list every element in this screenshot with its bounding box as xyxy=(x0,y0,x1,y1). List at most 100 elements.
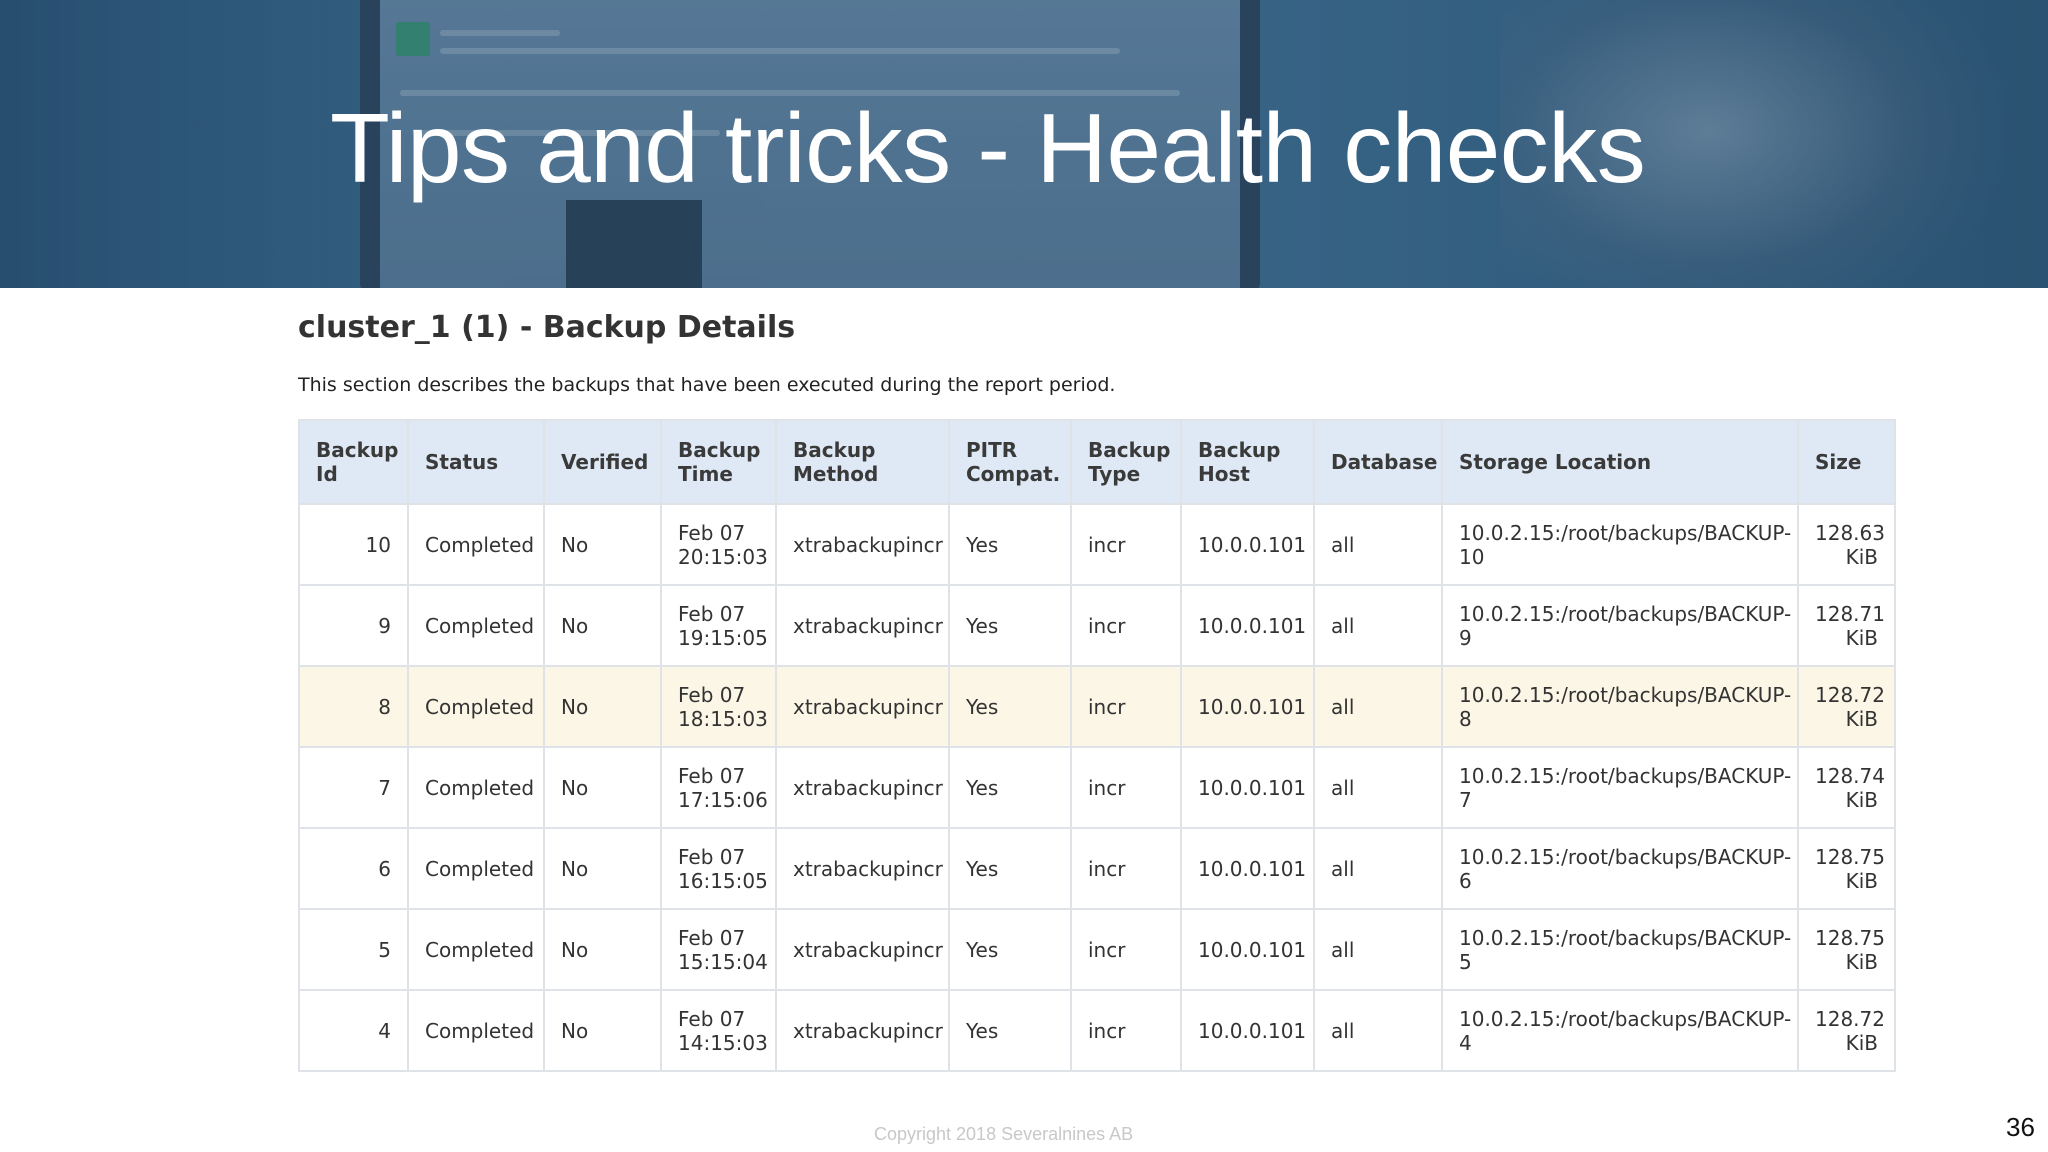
pitr-compat-cell-text: Yes xyxy=(966,532,999,557)
storage-location-cell: 10.0.2.15:/root/backups/BACKUP- 9 xyxy=(1441,584,1799,667)
column-header: Storage Location xyxy=(1441,419,1799,505)
backup-method-cell-text: xtrabackupincr xyxy=(793,694,943,719)
storage-location-cell-text: 4 xyxy=(1459,1030,1472,1055)
verified-cell-text: No xyxy=(561,613,589,638)
size-cell: 128.72 KiB xyxy=(1797,989,1896,1072)
column-header-text: Host xyxy=(1198,462,1250,486)
database-cell-text: all xyxy=(1331,694,1355,719)
database-cell: all xyxy=(1313,503,1443,586)
backup-method-cell: xtrabackupincr xyxy=(775,827,950,910)
column-header-text: Size xyxy=(1815,450,1862,474)
backup-method-cell: xtrabackupincr xyxy=(775,989,950,1072)
table-body: 10 Completed No Feb 07 20:15:03 xtrabackupinc… xyxy=(298,503,1896,1072)
backup-host-cell-text: 10.0.0.101 xyxy=(1198,856,1307,881)
backup-host-cell-text: 10.0.0.101 xyxy=(1198,532,1307,557)
size-cell: 128.75 KiB xyxy=(1797,908,1896,991)
backup-host-cell-text: 10.0.0.101 xyxy=(1198,694,1307,719)
size-cell-text: KiB xyxy=(1845,706,1878,731)
backup-id-cell-text: 9 xyxy=(378,613,391,638)
verified-cell: No xyxy=(543,989,662,1072)
table-row: 5 Completed No Feb 07 15:15:04 xtrabackupincr… xyxy=(298,908,1896,991)
pitr-compat-cell-text: Yes xyxy=(966,775,999,800)
backup-type-cell-text: incr xyxy=(1088,532,1126,557)
column-header-text: Status xyxy=(425,450,499,474)
size-cell: 128.72 KiB xyxy=(1797,665,1896,748)
verified-cell-text: No xyxy=(561,1018,589,1043)
backup-method-cell-text: xtrabackupincr xyxy=(793,532,943,557)
size-cell: 128.74 KiB xyxy=(1797,746,1896,829)
backup-type-cell-text: incr xyxy=(1088,856,1126,881)
header-banner: Tips and tricks - Health checks xyxy=(0,0,2048,288)
status-cell: Completed xyxy=(407,746,545,829)
column-header-text: Verified xyxy=(561,450,649,474)
backup-id-cell: 10 xyxy=(298,503,409,586)
slide: Tips and tricks - Health checks cluster_… xyxy=(0,0,2048,1152)
verified-cell: No xyxy=(543,584,662,667)
backup-id-cell-text: 10 xyxy=(365,532,391,557)
backup-time-cell: Feb 07 19:15:05 xyxy=(660,584,777,667)
backup-details-table: Backup Id Status Verified Backup Time Backup Me… xyxy=(298,419,1896,1072)
backup-method-cell: xtrabackupincr xyxy=(775,665,950,748)
backup-time-cell-text: 20:15:03 xyxy=(678,544,768,569)
backup-host-cell: 10.0.0.101 xyxy=(1180,503,1315,586)
backup-type-cell: incr xyxy=(1070,746,1182,829)
storage-location-cell: 10.0.2.15:/root/backups/BACKUP- 8 xyxy=(1441,665,1799,748)
table-row: 8 Completed No Feb 07 18:15:03 xtrabackupincr… xyxy=(298,665,1896,748)
backup-time-cell: Feb 07 16:15:05 xyxy=(660,827,777,910)
backup-host-cell: 10.0.0.101 xyxy=(1180,908,1315,991)
backup-host-cell: 10.0.0.101 xyxy=(1180,665,1315,748)
status-cell-text: Completed xyxy=(425,613,535,638)
pitr-compat-cell: Yes xyxy=(948,989,1072,1072)
column-header: Status xyxy=(407,419,545,505)
table-row: 9 Completed No Feb 07 19:15:05 xtrabackupincr… xyxy=(298,584,1896,667)
backup-type-cell: incr xyxy=(1070,989,1182,1072)
backup-method-cell-text: xtrabackupincr xyxy=(793,775,943,800)
column-header-text: Method xyxy=(793,462,879,486)
database-cell: all xyxy=(1313,584,1443,667)
verified-cell: No xyxy=(543,827,662,910)
backup-id-cell: 7 xyxy=(298,746,409,829)
backup-id-cell: 9 xyxy=(298,584,409,667)
column-header-text: Storage Location xyxy=(1459,450,1652,474)
backup-method-cell: xtrabackupincr xyxy=(775,908,950,991)
backup-method-cell-text: xtrabackupincr xyxy=(793,856,943,881)
backup-host-cell-text: 10.0.0.101 xyxy=(1198,613,1307,638)
size-cell-text: 128.75 xyxy=(1815,925,1885,950)
storage-location-cell: 10.0.2.15:/root/backups/BACKUP- 4 xyxy=(1441,989,1799,1072)
storage-location-cell-text: 10.0.2.15:/root/backups/BACKUP- xyxy=(1459,682,1792,707)
column-header-text: Database xyxy=(1331,450,1438,474)
column-header: Backup Type xyxy=(1070,419,1182,505)
database-cell: all xyxy=(1313,908,1443,991)
verified-cell-text: No xyxy=(561,775,589,800)
storage-location-cell: 10.0.2.15:/root/backups/BACKUP- 5 xyxy=(1441,908,1799,991)
size-cell: 128.71 KiB xyxy=(1797,584,1896,667)
storage-location-cell-text: 5 xyxy=(1459,949,1472,974)
pitr-compat-cell: Yes xyxy=(948,584,1072,667)
size-cell: 128.63 KiB xyxy=(1797,503,1896,586)
backup-host-cell-text: 10.0.0.101 xyxy=(1198,775,1307,800)
copyright-text: Copyright 2018 Severalnines AB xyxy=(874,1124,1134,1144)
verified-cell: No xyxy=(543,503,662,586)
column-header-text: Backup xyxy=(1198,438,1281,462)
backup-time-cell-text: 17:15:06 xyxy=(678,787,768,812)
backup-host-cell: 10.0.0.101 xyxy=(1180,746,1315,829)
backup-id-cell: 4 xyxy=(298,989,409,1072)
backup-type-cell-text: incr xyxy=(1088,694,1126,719)
backup-time-cell-text: Feb 07 xyxy=(678,520,746,545)
column-header-text: Backup xyxy=(316,438,399,462)
backup-method-cell-text: xtrabackupincr xyxy=(793,613,943,638)
size-cell: 128.75 KiB xyxy=(1797,827,1896,910)
slide-title: Tips and tricks - Health checks xyxy=(330,93,1646,203)
backup-time-cell-text: 14:15:03 xyxy=(678,1030,768,1055)
pitr-compat-cell: Yes xyxy=(948,746,1072,829)
pitr-compat-cell: Yes xyxy=(948,908,1072,991)
backup-time-cell-text: Feb 07 xyxy=(678,601,746,626)
status-cell: Completed xyxy=(407,989,545,1072)
status-cell-text: Completed xyxy=(425,856,535,881)
backup-host-cell-text: 10.0.0.101 xyxy=(1198,937,1307,962)
column-header: Backup Id xyxy=(298,419,409,505)
backup-id-cell: 5 xyxy=(298,908,409,991)
database-cell-text: all xyxy=(1331,1018,1355,1043)
pitr-compat-cell-text: Yes xyxy=(966,937,999,962)
storage-location-cell-text: 10.0.2.15:/root/backups/BACKUP- xyxy=(1459,844,1792,869)
